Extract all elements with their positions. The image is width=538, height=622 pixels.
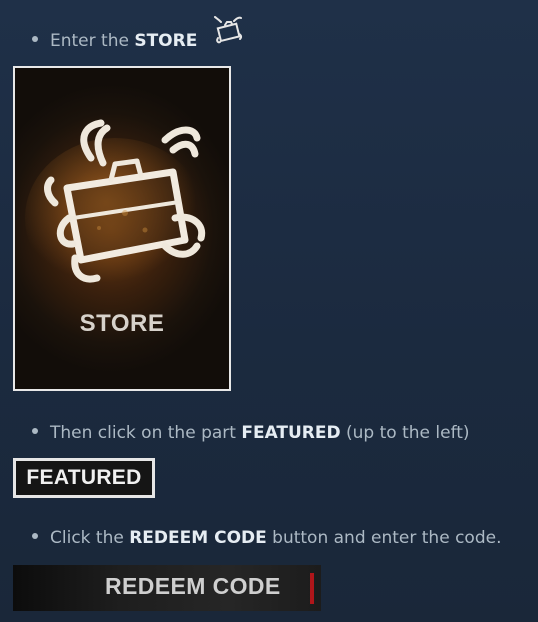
store-card[interactable]: STORE [13, 66, 231, 391]
step-store: Enter the STORE [32, 30, 197, 52]
step-text-before: Enter the [50, 31, 135, 51]
store-briefcase-icon [25, 119, 206, 298]
step-text-before: Then click on the part [50, 423, 242, 443]
featured-button-label: FEATURED [26, 466, 142, 489]
step-featured: Then click on the part FEATURED (up to t… [32, 422, 470, 444]
step-text-after: button and enter the code. [266, 528, 502, 548]
accent-bar [310, 573, 314, 604]
step-bold: FEATURED [241, 423, 341, 443]
bullet-dot [32, 533, 38, 539]
bullet-dot [32, 36, 38, 42]
bullet-dot [32, 428, 38, 434]
step-text-after: (up to the left) [340, 423, 470, 443]
store-briefcase-icon [212, 16, 244, 46]
featured-button[interactable]: FEATURED [13, 458, 155, 498]
step-redeem: Click the REDEEM CODE button and enter t… [32, 527, 501, 549]
store-card-label: STORE [79, 310, 165, 337]
step-text-before: Click the [50, 528, 130, 548]
step-bold: REDEEM CODE [129, 528, 267, 548]
step-bold: STORE [134, 31, 198, 51]
redeem-code-button[interactable]: REDEEM CODE [13, 565, 321, 611]
redeem-code-label: REDEEM CODE [105, 573, 281, 599]
